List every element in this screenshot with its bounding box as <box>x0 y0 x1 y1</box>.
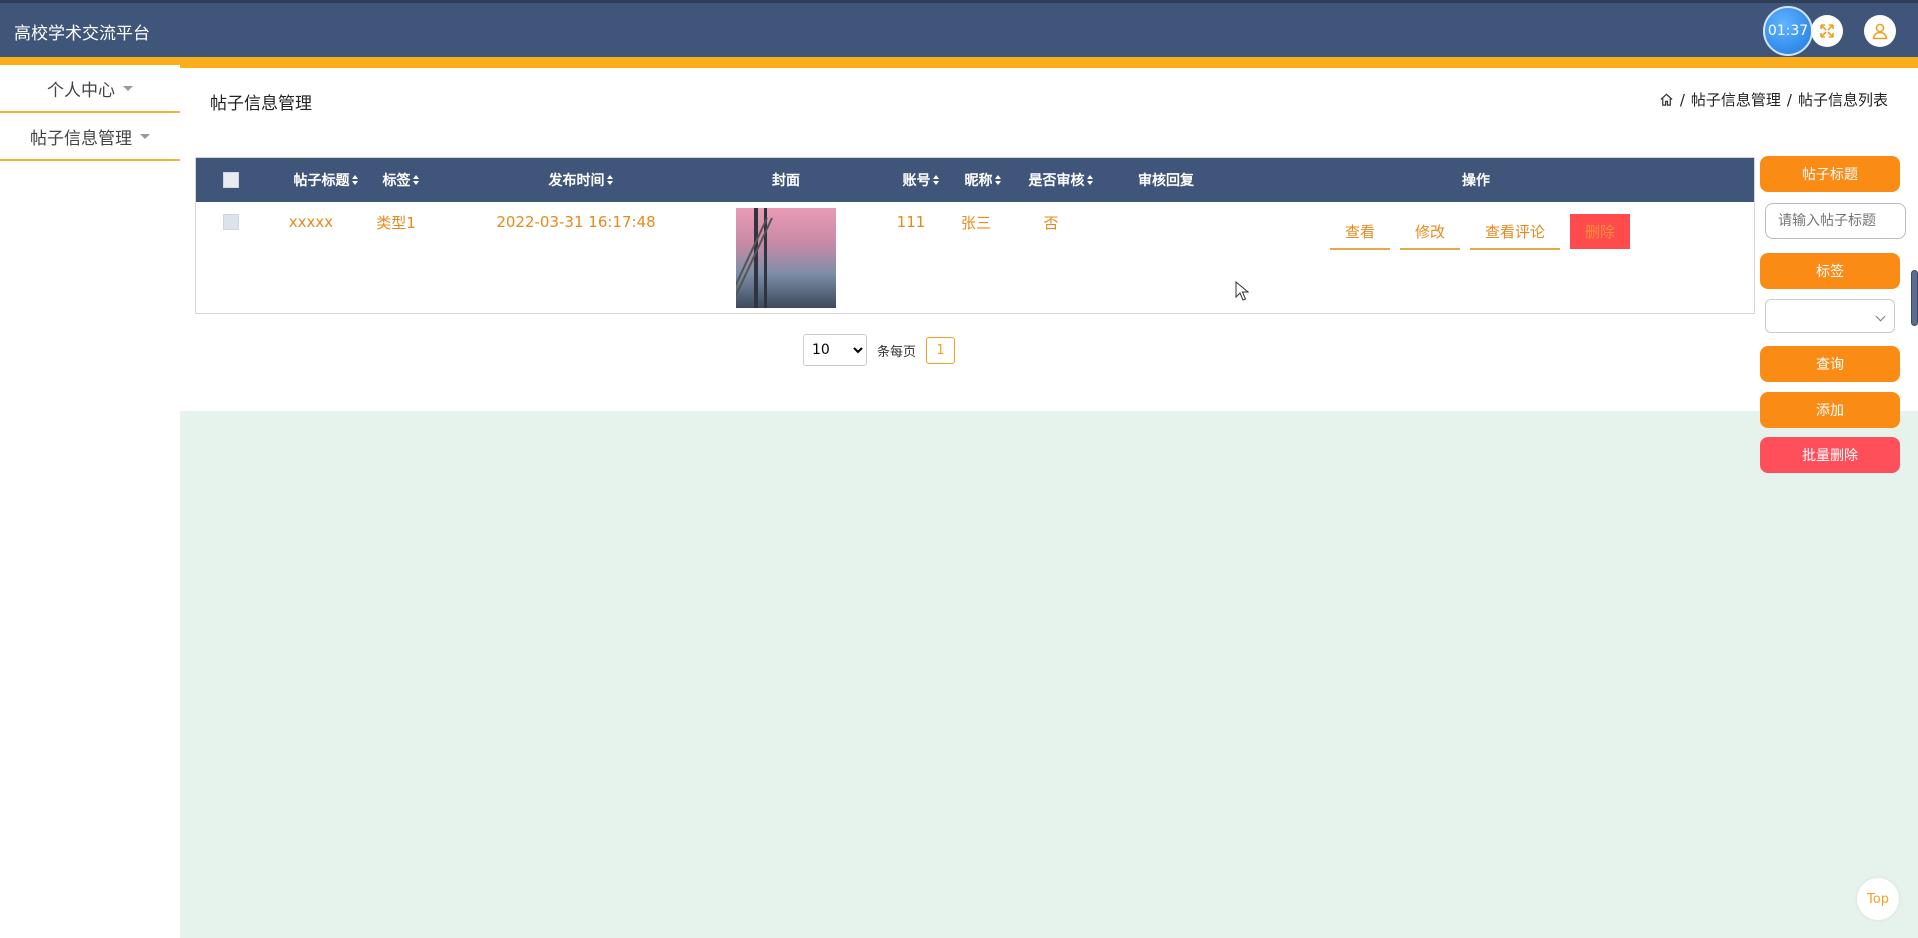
edit-button[interactable]: 修改 <box>1400 214 1460 250</box>
delete-button[interactable]: 删除 <box>1570 214 1630 249</box>
sort-icon <box>412 175 420 185</box>
sort-icon <box>994 175 1002 185</box>
column-header-tag[interactable]: 标签 <box>361 158 441 202</box>
page-title: 帖子信息管理 <box>210 94 312 114</box>
tag-select[interactable] <box>1765 299 1895 333</box>
caret-down-icon <box>140 133 150 139</box>
fullscreen-button[interactable] <box>1811 15 1843 47</box>
back-to-top-button[interactable]: Top <box>1857 878 1899 920</box>
per-page-label: 条每页 <box>877 344 917 360</box>
post-title-search-input[interactable] <box>1765 203 1906 239</box>
sort-icon <box>932 175 940 185</box>
top-navbar: 高校学术交流平台 01:37 <box>0 0 1918 68</box>
query-button[interactable]: 查询 <box>1760 346 1900 382</box>
breadcrumb-separator: / <box>1679 90 1685 109</box>
content-background <box>180 411 1918 938</box>
select-all-checkbox[interactable] <box>223 172 239 188</box>
tag-label: 标签 <box>1760 253 1900 289</box>
breadcrumb: / 帖子信息管理 / 帖子信息列表 <box>1659 89 1888 110</box>
cell-account: 111 <box>896 213 926 231</box>
page-number-button[interactable]: 1 <box>926 336 956 364</box>
page-size-select[interactable]: 10 <box>803 334 867 366</box>
breadcrumb-item[interactable]: 帖子信息管理 <box>1691 89 1781 110</box>
table-header: 帖子标题 标签 发布时间 封面 账号 昵称 是否审核 审核回复 操作 <box>196 158 1754 202</box>
column-header-review-reply: 审核回复 <box>1138 173 1194 189</box>
column-header-reviewed[interactable]: 是否审核 <box>1006 158 1116 202</box>
sidebar-item-personal-center[interactable]: 个人中心 <box>0 65 180 113</box>
cover-image[interactable] <box>736 208 836 308</box>
expand-icon <box>1820 24 1834 38</box>
cell-reviewed: 否 <box>1043 213 1059 232</box>
scrollbar-thumb[interactable] <box>1911 270 1918 326</box>
column-header-publish-time[interactable]: 发布时间 <box>491 158 671 202</box>
posts-table: 帖子标题 标签 发布时间 封面 账号 昵称 是否审核 审核回复 操作 xxxxx… <box>195 157 1755 314</box>
batch-delete-button[interactable]: 批量删除 <box>1760 437 1900 473</box>
sidebar-item-label: 帖子信息管理 <box>30 128 132 149</box>
timer-badge: 01:37 <box>1763 6 1813 56</box>
breadcrumb-separator: / <box>1786 90 1792 109</box>
row-checkbox[interactable] <box>223 214 239 230</box>
navbar-accent-strip <box>0 57 1918 68</box>
cell-nickname: 张三 <box>960 213 991 232</box>
cell-tag: 类型1 <box>376 213 416 232</box>
column-header-actions: 操作 <box>1462 173 1490 189</box>
column-header-cover: 封面 <box>772 173 800 189</box>
sidebar: 个人中心 帖子信息管理 <box>0 65 180 938</box>
home-icon[interactable] <box>1659 92 1674 107</box>
pagination: 10 条每页 1 <box>803 334 956 366</box>
view-button[interactable]: 查看 <box>1330 214 1390 250</box>
row-checkbox-cell <box>216 202 246 242</box>
sort-icon <box>351 175 359 185</box>
sidebar-item-post-management[interactable]: 帖子信息管理 <box>0 113 180 161</box>
app-title: 高校学术交流平台 <box>14 24 150 44</box>
cell-publish-time: 2022-03-31 16:17:48 <box>496 213 656 231</box>
view-comments-button[interactable]: 查看评论 <box>1470 214 1560 250</box>
select-all-checkbox-cell <box>216 158 246 202</box>
add-button[interactable]: 添加 <box>1760 392 1900 428</box>
column-header-account[interactable]: 账号 <box>886 158 956 202</box>
mouse-cursor-icon <box>1235 281 1249 301</box>
post-title-label: 帖子标题 <box>1760 156 1900 192</box>
cover-image-detail <box>754 208 758 308</box>
sort-icon <box>1086 175 1094 185</box>
cell-review-reply <box>1116 202 1216 242</box>
sort-icon <box>606 175 614 185</box>
caret-down-icon <box>123 85 133 91</box>
user-icon <box>1872 23 1888 40</box>
user-avatar-button[interactable] <box>1864 15 1896 47</box>
breadcrumb-item-current: 帖子信息列表 <box>1797 91 1888 109</box>
sidebar-item-label: 个人中心 <box>47 80 115 101</box>
